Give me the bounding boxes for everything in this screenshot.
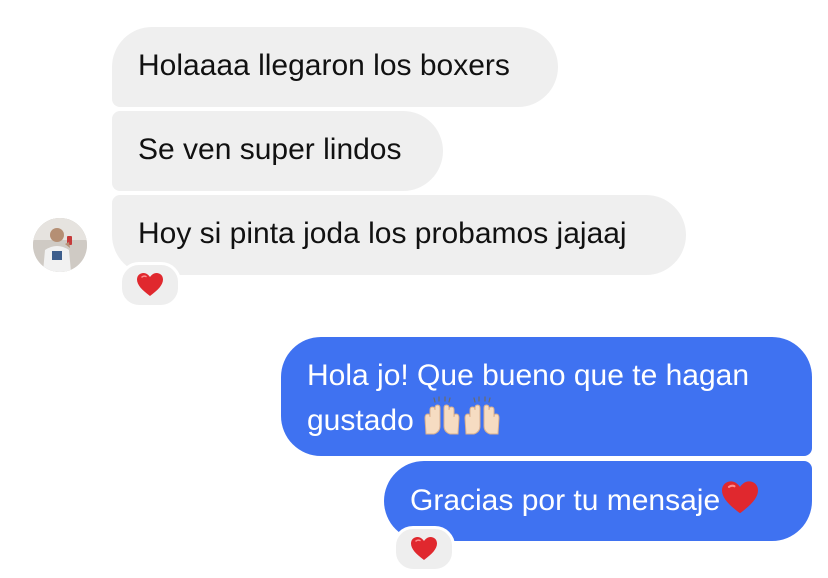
- avatar-photo: [33, 218, 87, 272]
- message-text: Holaaaa llegaron los boxers: [138, 49, 510, 82]
- reaction-badge[interactable]: [119, 262, 181, 308]
- red-heart-icon: [411, 537, 437, 560]
- incoming-message[interactable]: Se ven super lindos: [112, 111, 443, 191]
- avatar[interactable]: [33, 218, 87, 272]
- raising-hands-icon: [462, 396, 502, 447]
- incoming-message[interactable]: Holaaaa llegaron los boxers: [112, 27, 558, 107]
- red-heart-icon: [720, 480, 760, 527]
- message-thread: Holaaaa llegaron los boxers Se ven super…: [0, 0, 828, 578]
- red-heart-icon: [137, 273, 163, 296]
- outgoing-message[interactable]: Hola jo! Que bueno que te hagan gustado: [281, 337, 812, 456]
- incoming-message[interactable]: Hoy si pinta joda los probamos jajaaj: [112, 195, 686, 275]
- message-text: Se ven super lindos: [138, 133, 402, 166]
- message-text: Hoy si pinta joda los probamos jajaaj: [138, 217, 627, 250]
- raising-hands-icon: [422, 396, 462, 447]
- outgoing-message[interactable]: Gracias por tu mensaje: [384, 461, 812, 541]
- message-text: Gracias por tu mensaje: [410, 484, 721, 517]
- reaction-badge[interactable]: [393, 526, 455, 572]
- message-text: Hola jo! Que bueno que te hagan gustado: [307, 359, 750, 437]
